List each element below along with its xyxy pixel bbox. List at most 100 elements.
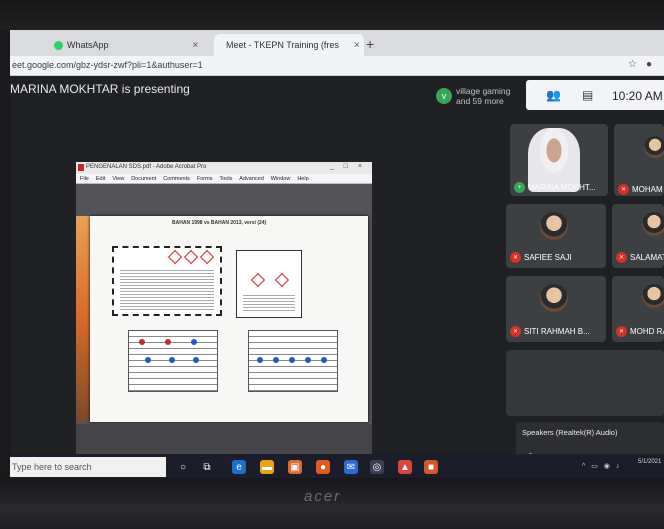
hazard-label-old [112, 246, 222, 316]
taskbar-search-box[interactable]: Type here to search [10, 457, 166, 477]
office-icon[interactable]: ■ [424, 460, 438, 474]
comparison-table-left [128, 330, 218, 392]
participant-name: MARINA MOKHT... [528, 183, 596, 192]
pdf-menu-item: Document [131, 176, 157, 182]
window-controls-icon: _ □ × [329, 163, 366, 170]
pdf-menu-item: Comments [163, 176, 190, 182]
pdf-menu-item: Advanced [239, 176, 264, 182]
tab-meet[interactable]: Meet - TKEPN Training (fres × [214, 34, 364, 56]
comparison-table-right [248, 330, 338, 392]
meet-top-controls: 👥 ▤ 10:20 AM [526, 80, 664, 110]
address-bar[interactable]: eet.google.com/gbz-ydsr-zwf?pli=1&authus… [10, 56, 664, 76]
hazard-symbol-icon [193, 357, 199, 363]
windows-taskbar: Type here to search ○ ⧉ e ▬ ▣ ● ✉ ◎ ▲ ■ … [10, 454, 664, 480]
hazard-label-new [236, 250, 302, 318]
avatar [644, 136, 664, 158]
file-explorer-icon[interactable]: ▬ [260, 460, 274, 474]
pdf-window-titlebar: PENGENALAN SDS.pdf - Adobe Acrobat Pro _… [76, 162, 372, 174]
pdf-page: BAHAN 1998 vs BAHAN 2013, versi (24) [90, 216, 368, 422]
participant-tile[interactable]: ✕ SITI RAHMAH B... [506, 276, 606, 342]
pdf-menu-item: Edit [95, 176, 106, 182]
acrobat-icon [78, 164, 84, 171]
pdf-menu-item: File [80, 176, 89, 182]
participant-tile[interactable]: ✕ MOHD RAZ [612, 276, 664, 342]
hazard-symbol-icon [165, 339, 171, 345]
chat-icon[interactable]: ▤ [582, 88, 593, 102]
taskbar-date: 5/1/2021 [638, 459, 662, 465]
pdf-menu-item: Forms [196, 176, 213, 182]
pdf-menu-item: Tools [219, 176, 233, 182]
pdf-menu-item: View [112, 176, 125, 182]
profile-icon[interactable]: ● [646, 59, 652, 70]
speaker-device-label: Speakers (Realtek(R) Audio) [522, 428, 618, 437]
presenting-banner: MARINA MOKHTAR is presenting [10, 82, 190, 96]
participant-name: SITI RAHMAH B... [524, 327, 590, 336]
participant-tile[interactable]: ✕ MOHAM [614, 124, 664, 196]
chrome-icon[interactable]: ◎ [370, 460, 384, 474]
hazard-symbol-icon [145, 357, 151, 363]
avatar [540, 212, 568, 240]
hazard-symbol-icon [305, 357, 311, 363]
ghs-pictogram-icon [183, 249, 199, 265]
ghs-pictogram-icon [250, 272, 266, 288]
whatsapp-icon [54, 40, 63, 50]
task-view-icon[interactable]: ⧉ [200, 460, 214, 474]
mic-muted-icon: ✕ [616, 252, 627, 263]
hazard-symbol-icon [169, 357, 175, 363]
close-icon[interactable]: × [354, 40, 360, 51]
participant-tile[interactable]: ✕ SALAMAT [612, 204, 664, 268]
new-tab-button[interactable]: + [366, 36, 374, 52]
label-text-block [243, 293, 295, 313]
mail-icon[interactable]: ✉ [344, 460, 358, 474]
participant-name: SALAMAT [630, 253, 664, 262]
page-edge [76, 216, 90, 422]
mic-muted-icon: ✕ [510, 326, 521, 337]
participants-summary-text: village gaming and 59 more [456, 86, 511, 106]
ghs-pictogram-icon [167, 249, 183, 265]
meeting-clock: 10:20 AM [612, 89, 663, 103]
search-placeholder: Type here to search [12, 462, 92, 472]
mic-muted-icon: ✕ [510, 252, 521, 263]
participant-name: MOHAM [632, 185, 663, 194]
avatar [642, 212, 664, 236]
page-heading: BAHAN 1998 vs BAHAN 2013, versi (24) [172, 220, 267, 226]
hazard-symbol-icon [139, 339, 145, 345]
start-circle-icon[interactable]: ○ [176, 460, 190, 474]
pdf-menu-item: Help [297, 176, 309, 182]
pdf-window-title: PENGENALAN SDS.pdf - Adobe Acrobat Pro [86, 164, 207, 170]
meet-main: MARINA MOKHTAR is presenting v village g… [10, 76, 664, 480]
mic-muted-icon: ✕ [616, 326, 627, 337]
participant-tile[interactable]: ✕ SAFIEE SAJI [506, 204, 606, 268]
hazard-symbol-icon [289, 357, 295, 363]
participants-summary[interactable]: v village gaming and 59 more [436, 86, 518, 106]
star-icon[interactable]: ☆ [628, 59, 637, 70]
mic-on-icon: + [514, 182, 525, 193]
system-tray-icons[interactable]: ^ ▭ ◉ ♪ [582, 462, 621, 470]
people-icon[interactable]: 👥 [546, 88, 561, 102]
avatar: v [436, 88, 452, 104]
participant-tile[interactable] [506, 350, 664, 416]
pdf-menu-item: Window [270, 176, 291, 182]
shared-screen: PENGENALAN SDS.pdf - Adobe Acrobat Pro _… [76, 162, 372, 480]
pdf-viewer: BAHAN 1998 vs BAHAN 2013, versi (24) [76, 184, 372, 480]
ghs-pictogram-icon [274, 272, 290, 288]
tab-whatsapp[interactable]: WhatsApp × [46, 34, 206, 56]
acer-logo: acer [304, 488, 342, 505]
firefox-icon[interactable]: ● [316, 460, 330, 474]
laptop-screen: WhatsApp × Meet - TKEPN Training (fres ×… [10, 30, 664, 480]
edge-icon[interactable]: e [232, 460, 246, 474]
ghs-pictogram-icon [199, 249, 215, 265]
mic-muted-icon: ✕ [618, 184, 629, 195]
hazard-symbol-icon [273, 357, 279, 363]
participant-name: SAFIEE SAJI [524, 253, 572, 262]
hazard-symbol-icon [321, 357, 327, 363]
hazard-symbol-icon [257, 357, 263, 363]
browser-tab-strip: WhatsApp × Meet - TKEPN Training (fres ×… [10, 30, 664, 56]
close-icon[interactable]: × [193, 40, 199, 51]
avatar [642, 284, 664, 308]
store-icon[interactable]: ▣ [288, 460, 302, 474]
avatar [540, 284, 568, 312]
pdf-menu-bar: File Edit View Document Comments Forms T… [76, 174, 372, 184]
participant-tile[interactable]: + MARINA MOKHT... [510, 124, 608, 196]
app-icon[interactable]: ▲ [398, 460, 412, 474]
